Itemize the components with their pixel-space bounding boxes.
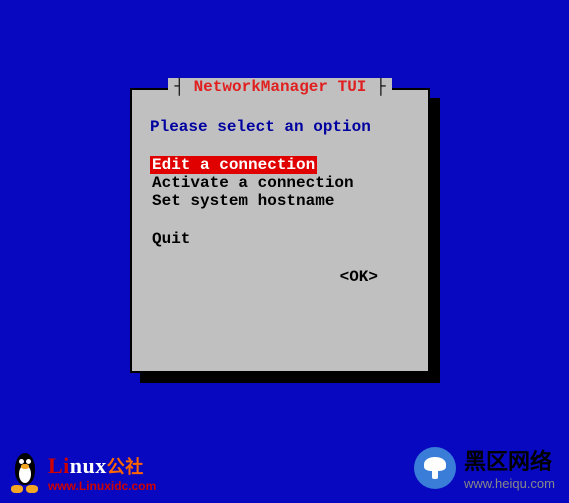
menu-item-quit[interactable]: Quit <box>150 230 192 248</box>
mushroom-icon <box>414 447 456 489</box>
networkmanager-dialog: ┤ NetworkManager TUI ├ Please select an … <box>130 88 430 373</box>
watermark-right: 黑区网络 www.heiqu.com <box>414 444 555 491</box>
tux-icon <box>6 449 44 493</box>
menu-item-set-hostname[interactable]: Set system hostname <box>150 192 336 210</box>
ok-button[interactable]: <OK> <box>340 268 378 286</box>
dialog-title: NetworkManager TUI <box>194 78 367 96</box>
watermark-right-url: www.heiqu.com <box>464 476 555 491</box>
menu-item-edit-connection[interactable]: Edit a connection <box>150 156 317 174</box>
dialog-titlebar: ┤ NetworkManager TUI ├ <box>132 78 428 96</box>
title-border-left: ┤ <box>174 78 193 96</box>
dialog-prompt: Please select an option <box>150 118 410 136</box>
watermark-left-url: www.Linuxidc.com <box>48 479 156 493</box>
watermark-left-brand: Linux公社 <box>48 453 156 479</box>
menu: Edit a connection Activate a connection … <box>150 156 410 248</box>
watermark-right-brand: 黑区网络 <box>464 444 555 476</box>
menu-item-activate-connection[interactable]: Activate a connection <box>150 174 356 192</box>
watermark-left: Linux公社 www.Linuxidc.com <box>6 449 156 493</box>
title-border-right: ├ <box>366 78 385 96</box>
